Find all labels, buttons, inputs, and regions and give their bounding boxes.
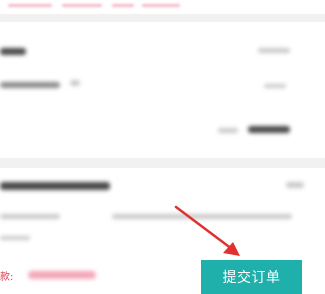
blurred-item-tag bbox=[70, 80, 80, 86]
blurred-line bbox=[112, 214, 292, 219]
blurred-text bbox=[8, 4, 52, 7]
blurred-item-value bbox=[258, 48, 290, 53]
submit-order-button[interactable]: 提交订单 bbox=[201, 260, 302, 294]
checkout-bottom-bar: 款: 提交订单 bbox=[0, 260, 325, 294]
payment-label: 款: bbox=[0, 272, 14, 283]
blurred-item-label bbox=[218, 128, 238, 133]
blurred-section-title bbox=[0, 182, 110, 190]
blurred-line bbox=[0, 214, 60, 219]
info-card bbox=[0, 168, 325, 268]
top-strip bbox=[0, 0, 325, 14]
checkout-page: 款: 提交订单 bbox=[0, 0, 325, 294]
blurred-item-subtitle bbox=[0, 82, 60, 88]
blurred-text bbox=[112, 4, 134, 7]
submit-order-label: 提交订单 bbox=[222, 270, 281, 286]
payment-amount-blurred bbox=[28, 271, 96, 279]
blurred-item-value bbox=[264, 84, 286, 88]
blurred-text bbox=[62, 4, 102, 7]
order-item-card bbox=[0, 22, 325, 158]
blurred-text bbox=[142, 4, 180, 7]
blurred-line bbox=[0, 236, 30, 240]
blurred-chevron bbox=[286, 182, 304, 188]
blurred-item-total bbox=[248, 126, 290, 133]
blurred-item-title bbox=[0, 48, 26, 55]
